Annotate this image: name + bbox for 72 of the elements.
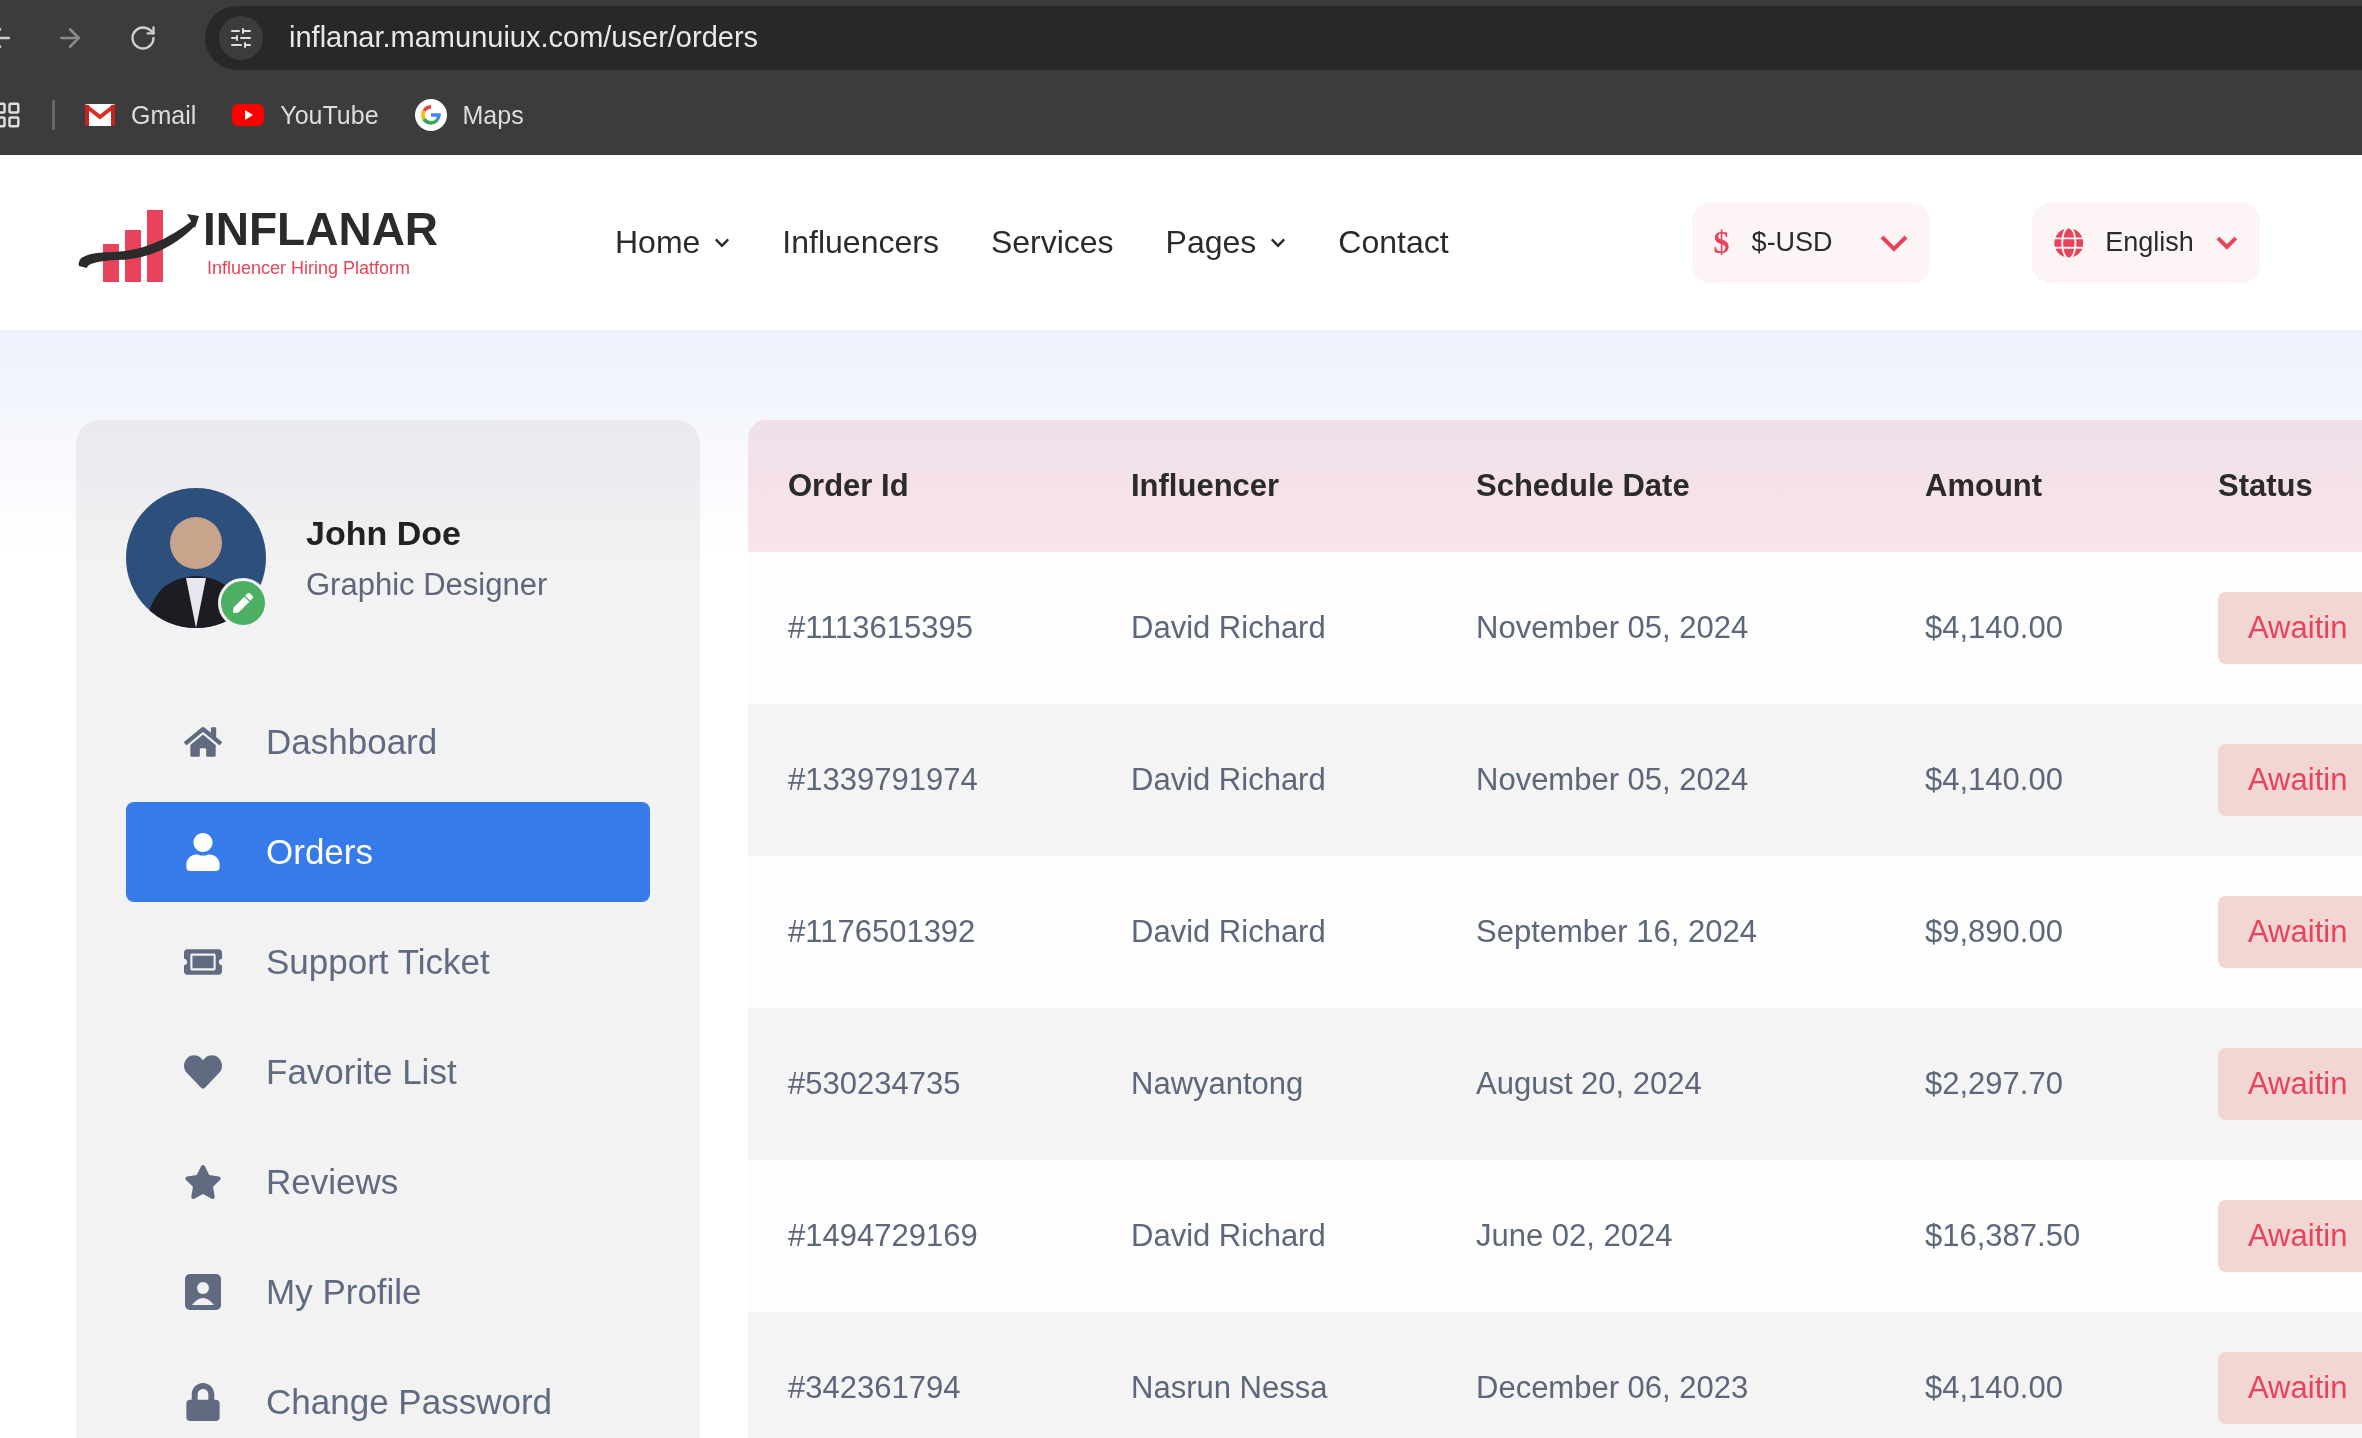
status-badge: Awaitin: [2218, 744, 2362, 816]
table-cell-text: #342361794: [788, 1370, 962, 1406]
column-header: Status: [2218, 468, 2314, 504]
sidebar-item[interactable]: Support Ticket: [126, 912, 650, 1012]
table-cell-text: November 05, 2024: [1476, 610, 1750, 646]
nav-link[interactable]: Home: [615, 224, 731, 261]
table-cell-text: David Richard: [1131, 1218, 1327, 1254]
profile-role: Graphic Designer: [306, 566, 548, 603]
column-header: Order Id: [788, 468, 910, 504]
bookmark[interactable]: YouTube: [232, 100, 379, 130]
table-cell-text: December 06, 2023: [1476, 1370, 1750, 1406]
nav-link[interactable]: Pages: [1165, 224, 1287, 261]
apps-icon[interactable]: [0, 100, 22, 130]
table-cell-text: David Richard: [1131, 914, 1327, 950]
profile-card-icon: [184, 1273, 222, 1311]
globe-icon: [2053, 227, 2084, 258]
table-cell-text: David Richard: [1131, 762, 1327, 798]
table-cell-text: David Richard: [1131, 610, 1327, 646]
sidebar-item[interactable]: Orders: [126, 802, 650, 902]
column-header: Schedule Date: [1476, 468, 1691, 504]
google-icon: [414, 99, 447, 131]
table-cell-text: June 02, 2024: [1476, 1218, 1674, 1254]
pencil-icon: [233, 593, 253, 613]
heart-icon: [184, 1053, 222, 1091]
nav-link[interactable]: Influencers: [782, 224, 939, 261]
chevron-icon: [2215, 235, 2238, 250]
nav-link[interactable]: Contact: [1338, 224, 1449, 261]
status-badge: Awaitin: [2218, 1352, 2362, 1424]
sidebar-item[interactable]: Change Password: [126, 1352, 650, 1438]
bookmark[interactable]: Maps: [414, 99, 524, 131]
table-cell-text: $4,140.00: [1925, 762, 2064, 798]
table-cell-text: September 16, 2024: [1476, 914, 1758, 950]
lock-icon: [184, 1383, 222, 1421]
sidebar-item[interactable]: Reviews: [126, 1132, 650, 1232]
table-cell-text: #1113615395: [788, 610, 975, 646]
sidebar-item[interactable]: Dashboard: [126, 692, 650, 792]
table-cell-text: #1176501392: [788, 914, 977, 950]
table-cell-text: $4,140.00: [1925, 1370, 2064, 1406]
table-cell-text: #1494729169: [788, 1218, 979, 1254]
column-header: Influencer: [1131, 468, 1281, 504]
status-badge: Awaitin: [2218, 592, 2362, 664]
currency-select[interactable]: $ $-USD: [1691, 202, 1930, 283]
nav-link[interactable]: Services: [990, 224, 1114, 261]
profile-name: John Doe: [306, 513, 462, 553]
site-settings-icon[interactable]: [219, 15, 263, 60]
column-header: Amount: [1925, 468, 2044, 504]
logo-name: INFLANAR: [203, 206, 439, 252]
address-bar[interactable]: inflanar.mamunuiux.com/user/orders: [205, 5, 2362, 70]
currency-symbol: $: [1713, 224, 1730, 261]
chevron-icon: [1879, 233, 1908, 252]
sidebar-item[interactable]: My Profile: [126, 1242, 650, 1342]
language-select[interactable]: English: [2031, 202, 2260, 283]
table-cell-text: #530234735: [788, 1066, 962, 1102]
mail-icon: [85, 104, 115, 126]
table-cell-text: #1339791974: [788, 762, 979, 798]
logo-tagline: Influencer Hiring Platform: [207, 258, 412, 279]
play-icon: [232, 104, 265, 126]
table-cell-text: Nasrun Nessa: [1131, 1370, 1329, 1406]
status-badge: Awaitin: [2218, 1048, 2362, 1120]
table-cell-text: $2,297.70: [1925, 1066, 2064, 1102]
table-cell-text: $16,387.50: [1925, 1218, 2082, 1254]
status-badge: Awaitin: [2218, 896, 2362, 968]
table-cell-text: August 20, 2024: [1476, 1066, 1703, 1102]
table-cell-text: Nawyantong: [1131, 1066, 1305, 1102]
status-badge: Awaitin: [2218, 1200, 2362, 1272]
table-cell-text: $4,140.00: [1925, 610, 2064, 646]
bookmark[interactable]: Gmail: [85, 100, 197, 130]
table-cell-text: $9,890.00: [1925, 914, 2064, 950]
sidebar-item[interactable]: Favorite List: [126, 1022, 650, 1122]
star-icon: [184, 1163, 222, 1201]
table-cell-text: November 05, 2024: [1476, 762, 1750, 798]
person-icon: [184, 833, 222, 871]
